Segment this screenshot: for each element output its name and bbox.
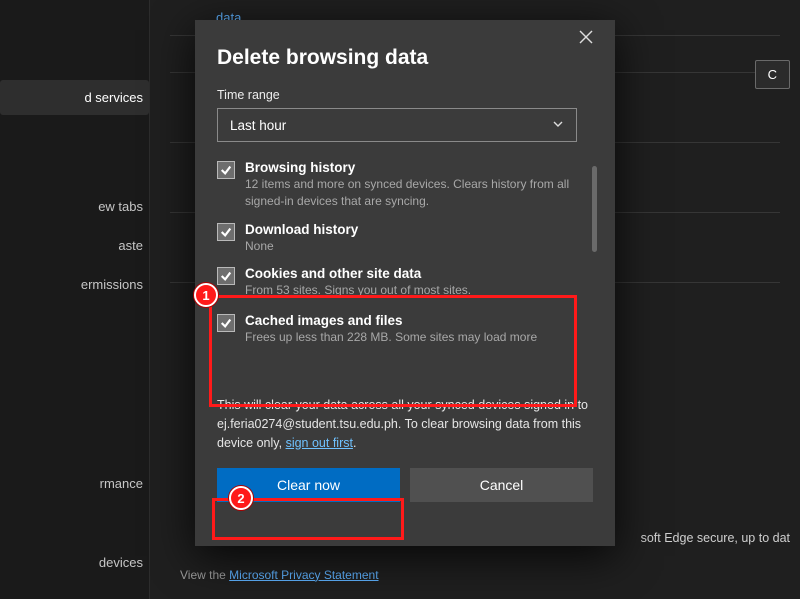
clear-now-button[interactable]: Clear now — [217, 468, 400, 502]
sidebar-item-paste[interactable]: aste — [0, 228, 149, 263]
privacy-statement-link[interactable]: Microsoft Privacy Statement — [229, 568, 378, 582]
option-download-history[interactable]: Download history None — [217, 222, 593, 255]
sidebar-item-performance[interactable]: rmance — [0, 466, 149, 501]
sign-out-link[interactable]: sign out first — [286, 436, 353, 450]
choose-button[interactable]: C — [755, 60, 790, 89]
option-cookies[interactable]: Cookies and other site data From 53 site… — [217, 266, 593, 299]
delete-browsing-data-dialog: Delete browsing data Time range Last hou… — [195, 20, 615, 546]
sidebar-item-permissions[interactable]: ermissions — [0, 267, 149, 302]
option-desc: Frees up less than 228 MB. Some sites ma… — [245, 329, 537, 346]
cancel-button[interactable]: Cancel — [410, 468, 593, 502]
sidebar-item-devices[interactable]: devices — [0, 545, 149, 580]
option-title: Cached images and files — [245, 313, 537, 328]
option-desc: None — [245, 238, 358, 255]
disclaimer-text: This will clear your data across all you… — [217, 396, 593, 452]
chevron-down-icon — [552, 118, 564, 133]
time-range-select[interactable]: Last hour — [217, 108, 577, 142]
option-desc: 12 items and more on synced devices. Cle… — [245, 176, 593, 210]
option-desc: From 53 sites. Signs you out of most sit… — [245, 282, 471, 299]
time-range-label: Time range — [217, 88, 593, 102]
option-title: Download history — [245, 222, 358, 237]
checkbox[interactable] — [217, 267, 235, 285]
sidebar-item-services[interactable]: d services — [0, 80, 149, 115]
option-browsing-history[interactable]: Browsing history 12 items and more on sy… — [217, 160, 593, 210]
bg-footer-sub-prefix: View the — [180, 568, 229, 582]
scrollbar[interactable] — [592, 166, 597, 252]
option-title: Cookies and other site data — [245, 266, 471, 281]
checkbox[interactable] — [217, 314, 235, 332]
checkbox[interactable] — [217, 161, 235, 179]
settings-sidebar: d services ew tabs aste ermissions rmanc… — [0, 0, 150, 599]
option-title: Browsing history — [245, 160, 593, 175]
sidebar-item-newtabs[interactable]: ew tabs — [0, 189, 149, 224]
options-list: Browsing history 12 items and more on sy… — [217, 160, 593, 390]
dialog-title: Delete browsing data — [217, 46, 593, 70]
time-range-value: Last hour — [230, 118, 286, 133]
option-cached[interactable]: Cached images and files Frees up less th… — [217, 313, 593, 346]
dialog-button-row: Clear now Cancel — [217, 468, 593, 502]
close-icon[interactable] — [579, 30, 603, 54]
checkbox[interactable] — [217, 223, 235, 241]
